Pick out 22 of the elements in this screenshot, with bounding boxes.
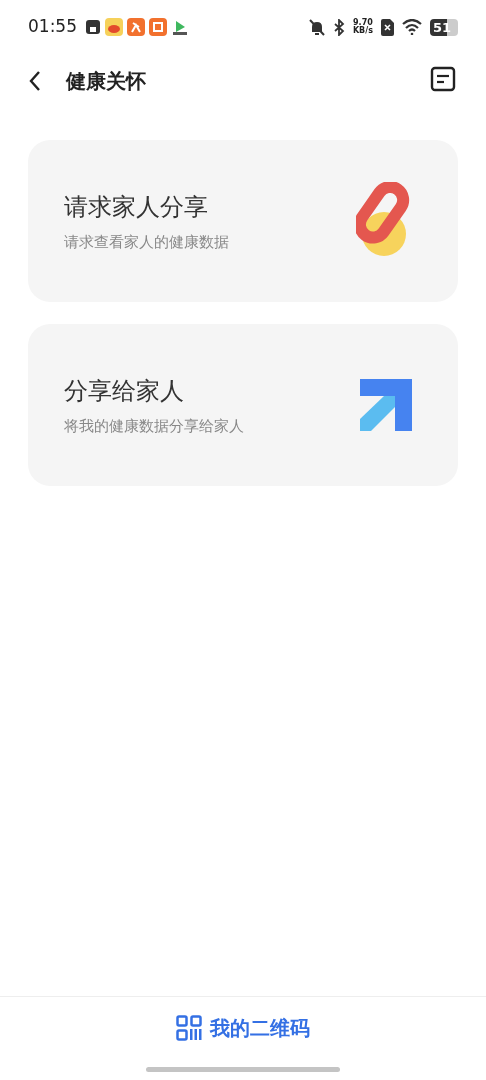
card-subtitle: 将我的健康数据分享给家人 <box>64 415 244 437</box>
bluetooth-icon <box>332 18 345 36</box>
page-title: 健康关怀 <box>66 68 146 95</box>
status-time: 01:55 <box>28 15 77 39</box>
share-arrow-icon <box>360 379 412 431</box>
card-title: 请求家人分享 <box>64 191 209 223</box>
app-icon <box>127 18 145 36</box>
qr-code-icon <box>176 1015 202 1041</box>
card-title: 分享给家人 <box>64 375 185 407</box>
menu-card[interactable]: 分享给家人 将我的健康数据分享给家人 <box>28 324 458 486</box>
card-subtitle: 请求查看家人的健康数据 <box>64 231 229 253</box>
document-icon[interactable] <box>430 66 456 92</box>
mute-icon <box>308 18 325 36</box>
net-speed-unit: KB/s <box>352 27 373 35</box>
menu-card[interactable]: 请求家人分享 请求查看家人的健康数据 <box>28 140 458 302</box>
no-sim-icon <box>380 18 394 36</box>
net-speed: 9.70 <box>352 19 373 27</box>
wifi-icon <box>401 19 422 35</box>
video-app-icon <box>171 18 189 36</box>
my-qr-code-button[interactable]: 我的二维码 <box>176 1013 310 1043</box>
sd-card-icon <box>85 19 101 35</box>
back-icon[interactable] <box>28 70 42 92</box>
